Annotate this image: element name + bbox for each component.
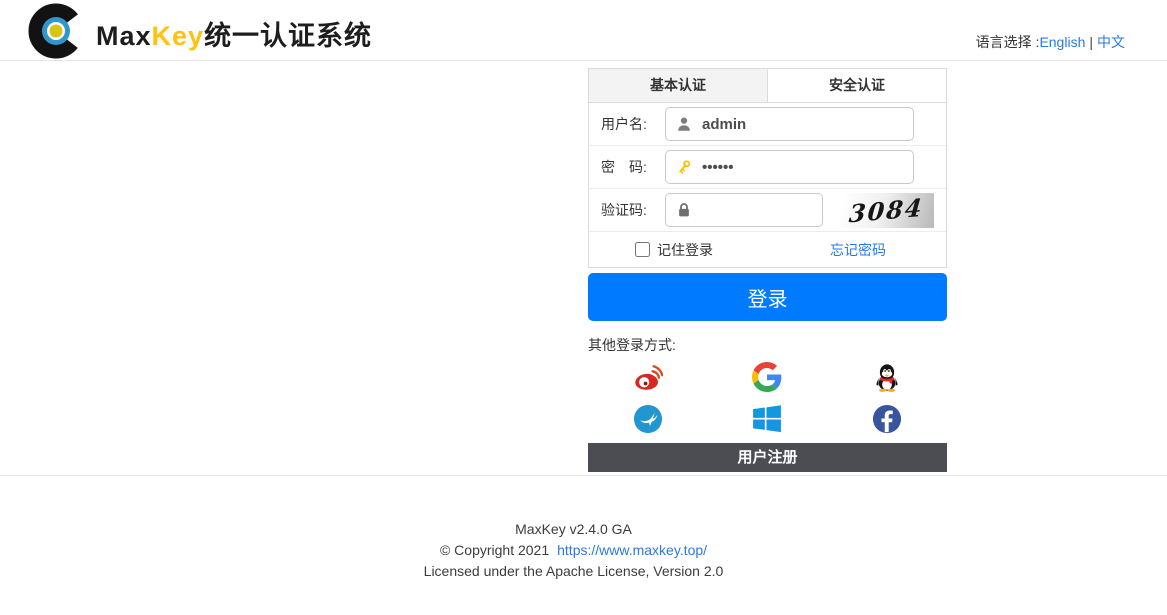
footer-site-link[interactable]: https://www.maxkey.top/ xyxy=(557,542,707,558)
qq-icon xyxy=(872,362,902,392)
captcha-image-text: 3084 xyxy=(848,193,925,228)
login-panel: 基本认证 安全认证 用户名: 密 码: xyxy=(588,68,947,472)
lock-icon xyxy=(675,201,693,219)
footer-version: MaxKey v2.4.0 GA xyxy=(0,519,1147,540)
remember-checkbox[interactable] xyxy=(635,242,650,257)
facebook-login-button[interactable] xyxy=(871,403,903,435)
page-footer: MaxKey v2.4.0 GA © Copyright 2021 https:/… xyxy=(0,475,1167,615)
login-form-box: 基本认证 安全认证 用户名: 密 码: xyxy=(588,68,947,268)
captcha-input[interactable] xyxy=(702,202,813,219)
weibo-login-button[interactable] xyxy=(632,361,664,393)
forgot-password-link[interactable]: 忘记密码 xyxy=(830,240,886,260)
password-label: 密 码: xyxy=(601,157,665,177)
password-input-wrap xyxy=(665,150,914,184)
user-icon xyxy=(675,115,693,133)
tab-basic-auth[interactable]: 基本认证 xyxy=(589,69,767,102)
dingtalk-icon xyxy=(633,404,663,434)
brand-black: Max xyxy=(96,21,152,51)
maxkey-logo-icon xyxy=(28,3,84,59)
language-selector: 语言选择 :English|中文 xyxy=(976,32,1125,52)
tab-secure-auth[interactable]: 安全认证 xyxy=(767,69,946,102)
windows-login-button[interactable] xyxy=(751,403,783,435)
footer-license: Licensed under the Apache License, Versi… xyxy=(0,561,1147,582)
brand-gold: Key xyxy=(152,21,205,51)
captcha-label: 验证码: xyxy=(601,200,665,220)
google-icon xyxy=(752,362,782,392)
weibo-icon xyxy=(633,362,663,392)
qq-login-button[interactable] xyxy=(871,361,903,393)
dingtalk-login-button[interactable] xyxy=(632,403,664,435)
login-button[interactable]: 登录 xyxy=(588,273,947,321)
windows-icon xyxy=(752,404,782,434)
captcha-input-wrap xyxy=(665,193,823,227)
language-label: 语言选择 : xyxy=(976,34,1040,50)
remember-label: 记住登录 xyxy=(657,240,713,260)
captcha-image[interactable]: 3084 xyxy=(839,193,934,228)
username-label: 用户名: xyxy=(601,114,665,134)
username-row: 用户名: xyxy=(589,103,946,146)
footer-copyright: © Copyright 2021 xyxy=(440,542,549,558)
captcha-row: 验证码: 3084 xyxy=(589,189,946,232)
facebook-icon xyxy=(872,404,902,434)
language-link-english[interactable]: English xyxy=(1039,34,1085,50)
other-login-methods-label: 其他登录方式: xyxy=(588,335,947,355)
page-title: MaxKey统一认证系统 xyxy=(96,14,372,53)
social-login-grid xyxy=(588,361,947,435)
remember-row: 记住登录 忘记密码 xyxy=(589,232,946,267)
language-link-chinese[interactable]: 中文 xyxy=(1097,34,1125,50)
username-input-wrap xyxy=(665,107,914,141)
app-header: MaxKey统一认证系统 语言选择 :English|中文 xyxy=(0,0,1167,61)
password-row: 密 码: xyxy=(589,146,946,189)
google-login-button[interactable] xyxy=(751,361,783,393)
password-input[interactable] xyxy=(702,159,904,176)
key-icon xyxy=(675,158,693,176)
language-divider: | xyxy=(1089,34,1093,50)
brand-suffix: 统一认证系统 xyxy=(204,21,372,51)
auth-tabs: 基本认证 安全认证 xyxy=(589,69,946,103)
username-input[interactable] xyxy=(702,116,904,133)
user-register-button[interactable]: 用户注册 xyxy=(588,443,947,472)
footer-copyright-line: © Copyright 2021 https://www.maxkey.top/ xyxy=(0,540,1147,561)
